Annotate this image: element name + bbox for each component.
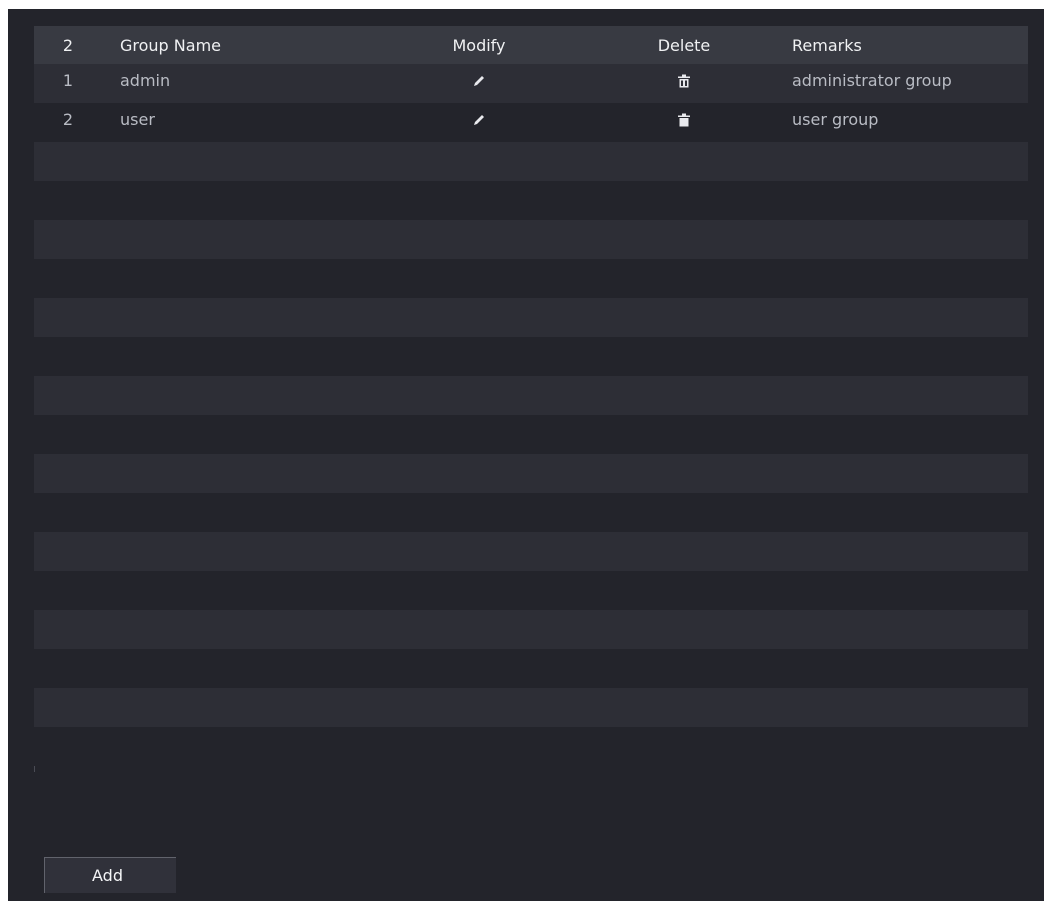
- pencil-icon[interactable]: [472, 113, 486, 127]
- empty-row: [34, 376, 1028, 415]
- empty-row: [34, 259, 1028, 298]
- empty-row: [34, 142, 1028, 181]
- empty-row: [34, 571, 1028, 610]
- empty-row: [34, 688, 1028, 727]
- empty-row: [34, 181, 1028, 220]
- row-group-name: user: [120, 110, 155, 129]
- table-row[interactable]: 1 admin administrator group: [34, 64, 1028, 103]
- table-row[interactable]: 2 user user group: [34, 103, 1028, 142]
- empty-row: [34, 532, 1028, 571]
- row-index: 1: [62, 71, 74, 90]
- modify-button[interactable]: [389, 61, 569, 100]
- empty-row: [34, 454, 1028, 493]
- group-table: 2 Group Name Modify Delete Remarks 1 adm…: [34, 26, 1028, 766]
- empty-row: [34, 337, 1028, 376]
- header-delete: Delete: [657, 35, 711, 55]
- row-remarks: administrator group: [792, 71, 952, 90]
- delete-button[interactable]: [629, 100, 739, 139]
- empty-row: [34, 649, 1028, 688]
- header-group-name: Group Name: [120, 35, 221, 55]
- pencil-icon[interactable]: [472, 74, 486, 88]
- delete-button[interactable]: [629, 61, 739, 100]
- trash-icon[interactable]: [677, 74, 691, 88]
- header-remarks: Remarks: [792, 35, 862, 55]
- header-modify: Modify: [452, 35, 506, 55]
- add-button[interactable]: Add: [44, 857, 176, 893]
- row-group-name: admin: [120, 71, 171, 90]
- row-index: 2: [62, 110, 74, 129]
- empty-row: [34, 610, 1028, 649]
- trash-icon[interactable]: [677, 113, 691, 127]
- empty-row: [34, 415, 1028, 454]
- empty-row: [34, 493, 1028, 532]
- empty-row: [34, 727, 1028, 766]
- empty-row: [34, 298, 1028, 337]
- modify-button[interactable]: [389, 100, 569, 139]
- empty-row: [34, 220, 1028, 259]
- table-header-row: 2 Group Name Modify Delete Remarks: [34, 26, 1028, 64]
- header-index: 2: [62, 35, 74, 55]
- row-remarks: user group: [792, 110, 879, 129]
